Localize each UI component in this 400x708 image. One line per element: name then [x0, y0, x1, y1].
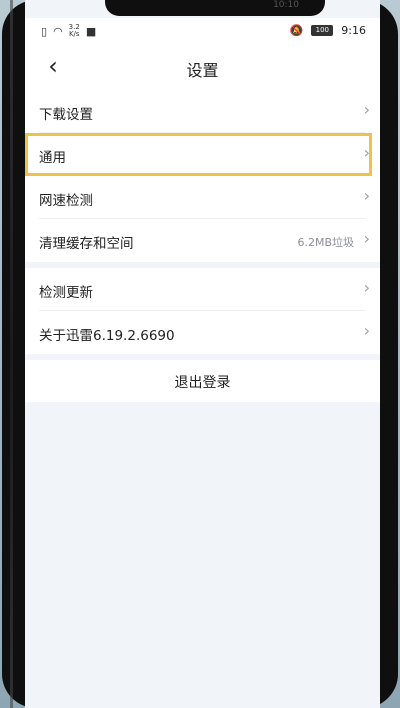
- battery-icon: 100: [311, 25, 334, 36]
- settings-group-2: 检测更新 › 关于迅雷6.19.2.6690 ›: [25, 268, 380, 354]
- row-label: 清理缓存和空间: [39, 236, 134, 252]
- row-label: 检测更新: [39, 285, 93, 301]
- phone-glint: [10, 0, 13, 708]
- row-download-settings[interactable]: 下载设置 ›: [25, 90, 380, 133]
- network-speed: 3.2 K/s: [68, 23, 80, 38]
- notch: 10:10: [105, 0, 325, 16]
- page-title: 设置: [186, 61, 219, 80]
- row-speed-test[interactable]: 网速检测 ›: [25, 176, 380, 219]
- settings-group-1: 下载设置 › 通用 › 网速检测 › 清理缓存和空间 6.2MB垃圾 ›: [25, 90, 380, 262]
- app-icon: ■: [85, 24, 97, 38]
- logout-label: 退出登录: [174, 375, 231, 391]
- row-check-update[interactable]: 检测更新 ›: [25, 268, 380, 311]
- notch-time: 10:10: [273, 0, 299, 10]
- row-label: 下载设置: [39, 107, 93, 123]
- row-label: 通用: [39, 150, 66, 166]
- chevron-right-icon: ›: [363, 100, 370, 119]
- chevron-right-icon: ›: [363, 186, 370, 205]
- status-right: 🔕 100 9:16: [290, 24, 366, 37]
- chevron-right-icon: ›: [363, 278, 370, 297]
- nav-bar: ‹ 设置: [25, 44, 380, 90]
- status-left: ▯ ◠ 3.2 K/s ■: [41, 24, 96, 38]
- selection-highlight: [25, 133, 372, 176]
- row-general[interactable]: 通用 ›: [25, 133, 380, 176]
- wifi-icon: ◠: [53, 24, 63, 38]
- status-bar: ▯ ◠ 3.2 K/s ■ 🔕 100 9:16: [25, 18, 380, 44]
- mute-icon: 🔕: [289, 24, 304, 37]
- screen: 10:10 ▯ ◠ 3.2 K/s ■ 🔕 100 9:16 ‹ 设置 下载设置 …: [25, 0, 380, 708]
- status-time: 9:16: [341, 24, 366, 37]
- row-label: 网速检测: [39, 193, 93, 209]
- row-clear-cache[interactable]: 清理缓存和空间 6.2MB垃圾 ›: [25, 219, 380, 262]
- cache-size: 6.2MB垃圾: [297, 236, 354, 249]
- sim-icon: ▯: [41, 24, 48, 38]
- logout-button[interactable]: 退出登录: [25, 360, 380, 402]
- chevron-right-icon: ›: [363, 321, 370, 340]
- chevron-right-icon: ›: [363, 143, 370, 162]
- row-about[interactable]: 关于迅雷6.19.2.6690 ›: [25, 311, 380, 354]
- chevron-right-icon: ›: [363, 229, 370, 248]
- row-label: 关于迅雷6.19.2.6690: [39, 328, 175, 344]
